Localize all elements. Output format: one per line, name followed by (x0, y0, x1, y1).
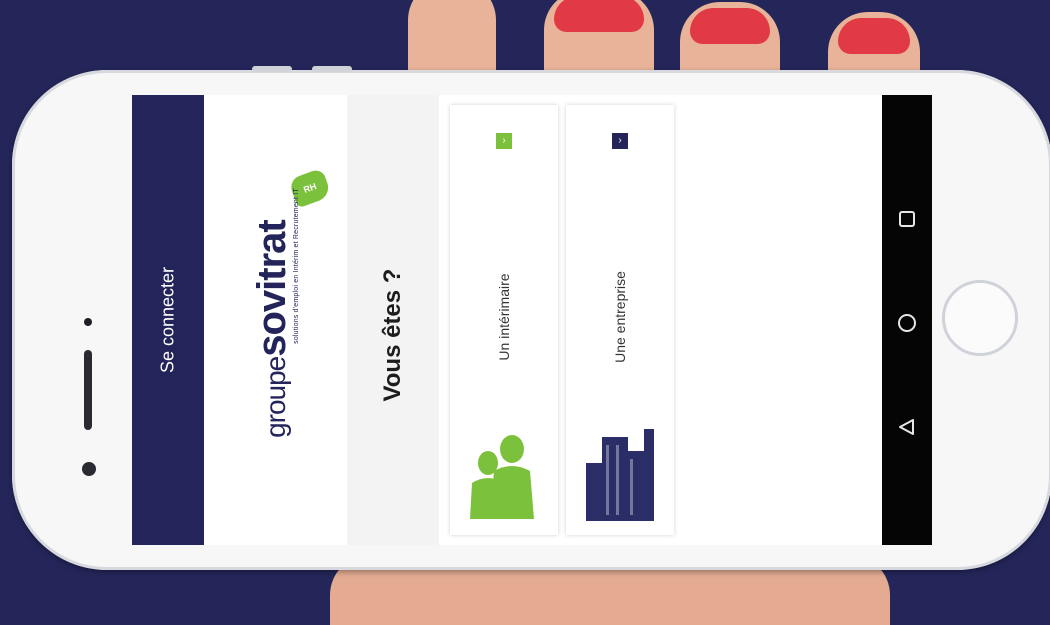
content-blank (682, 95, 882, 545)
front-camera (82, 462, 96, 476)
choice-label: Un intérimaire (496, 273, 512, 361)
choice-label: Une entreprise (612, 271, 628, 363)
question-area: Vous êtes ? (347, 95, 439, 545)
logo-name: sovitrat (250, 220, 294, 357)
phone-screen: Se connecter RH groupe sovitrat solutions… (132, 95, 932, 545)
logo-tagline: solutions d'emploi en Intérim et Recrute… (293, 188, 300, 344)
brand-logo: groupe sovitrat solutions d'emploi en Int… (250, 188, 300, 438)
question-heading: Vous êtes ? (379, 268, 406, 402)
login-link[interactable]: Se connecter (158, 267, 179, 373)
chevron-right-icon: › (496, 133, 512, 149)
top-nav-bar: Se connecter (132, 95, 204, 545)
proximity-sensor (84, 318, 92, 326)
fingernail (554, 0, 644, 32)
home-button[interactable] (942, 280, 1018, 356)
choice-card-entreprise[interactable]: › Une entreprise (566, 105, 674, 535)
triangle-back-icon[interactable] (895, 415, 919, 439)
people-icon (470, 435, 534, 519)
choice-card-interimaire[interactable]: › Un intérimaire (450, 105, 558, 535)
logo-prefix: groupe (260, 356, 291, 438)
fingernail (690, 8, 770, 44)
circle-home-icon[interactable] (895, 311, 919, 335)
volume-button (252, 66, 292, 72)
square-recents-icon[interactable] (895, 207, 919, 231)
earpiece-speaker (84, 350, 92, 430)
phone-frame: Se connecter RH groupe sovitrat solutions… (12, 66, 1050, 570)
volume-button (312, 66, 352, 72)
fingernail (838, 18, 910, 54)
logo-area: RH groupe sovitrat solutions d'emploi en … (204, 95, 347, 545)
android-nav-bar (882, 95, 932, 545)
chevron-right-icon: › (612, 133, 628, 149)
buildings-icon (586, 429, 654, 521)
